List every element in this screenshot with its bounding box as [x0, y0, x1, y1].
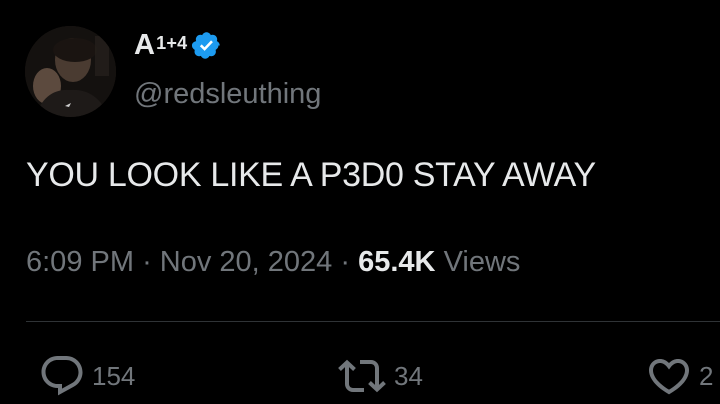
- tweet-text: YOU LOOK LIKE A P3D0 STAY AWAY: [26, 156, 596, 194]
- avatar[interactable]: [25, 26, 116, 117]
- avatar-image: [25, 26, 116, 117]
- verified-badge-icon[interactable]: [191, 30, 222, 61]
- tweet-card: A1+4 @redsleuthing YOU LOOK LIKE A P3D0 …: [0, 0, 720, 404]
- views-count[interactable]: 65.4K: [358, 246, 435, 278]
- heart-icon: [648, 359, 690, 395]
- tweet-date[interactable]: Nov 20, 2024: [160, 246, 333, 278]
- author-handle[interactable]: @redsleuthing: [134, 76, 321, 112]
- tweet-time[interactable]: 6:09 PM: [26, 246, 134, 278]
- reply-count: 154: [92, 360, 136, 391]
- display-name-superscript: 1+4: [156, 33, 188, 53]
- meta-separator: ·: [142, 246, 152, 278]
- reply-icon: [41, 356, 83, 396]
- repost-count: 34: [394, 360, 423, 391]
- repost-icon: [338, 359, 386, 393]
- author-name-row: A1+4: [134, 28, 222, 68]
- tweet-meta: 6:09 PM · Nov 20, 2024 · 65.4K Views: [26, 243, 520, 281]
- reply-button[interactable]: 154: [38, 352, 135, 400]
- divider: [26, 321, 720, 322]
- repost-button[interactable]: 34: [336, 352, 423, 400]
- action-bar: 154 34 2: [0, 352, 720, 404]
- views-label: Views: [443, 246, 521, 278]
- like-button[interactable]: 2: [645, 352, 713, 400]
- display-name[interactable]: A1+4: [134, 28, 187, 62]
- like-count: 2: [699, 360, 714, 391]
- meta-separator: ·: [340, 246, 351, 278]
